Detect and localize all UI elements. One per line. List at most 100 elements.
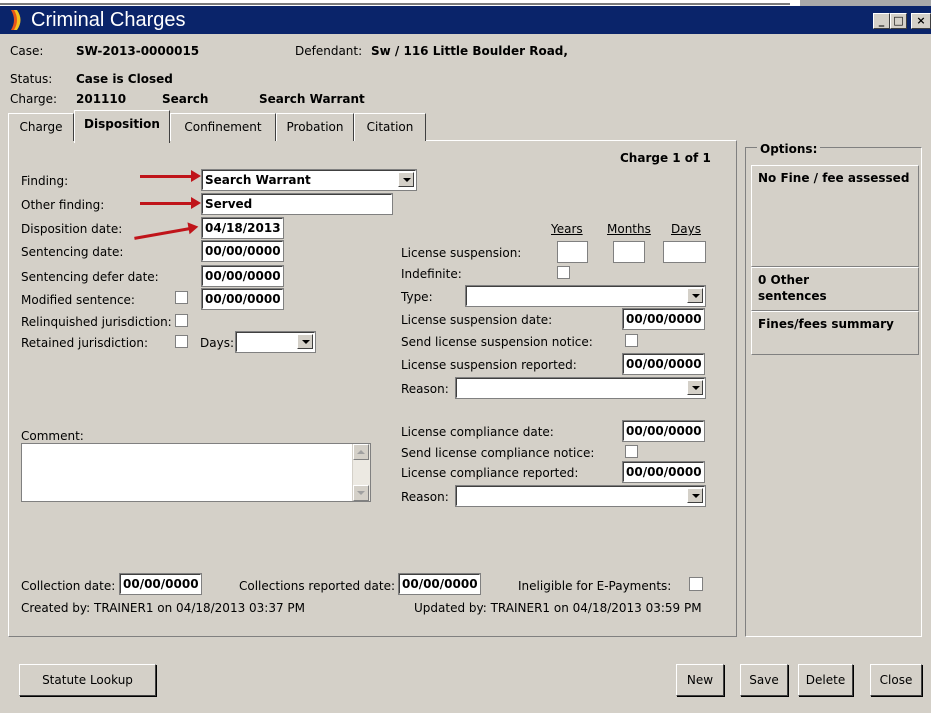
sentencing-date-label: Sentencing date: bbox=[21, 245, 124, 259]
suspension-years-input[interactable] bbox=[557, 241, 588, 263]
indefinite-label: Indefinite: bbox=[401, 267, 462, 281]
charge-count: Charge 1 of 1 bbox=[620, 151, 711, 165]
case-label: Case: bbox=[10, 44, 44, 58]
scroll-down-button[interactable] bbox=[353, 485, 369, 501]
collection-date-label: Collection date: bbox=[21, 579, 116, 593]
modified-sentence-checkbox[interactable] bbox=[175, 291, 188, 304]
license-compliance-reported-label: License compliance reported: bbox=[401, 466, 579, 480]
other-sentences-label-1: 0 Other bbox=[758, 273, 810, 287]
license-compliance-date-input[interactable]: 00/00/0000 bbox=[622, 420, 705, 442]
charge-code: 201110 bbox=[76, 92, 127, 106]
charge-type: Search bbox=[162, 92, 209, 106]
license-suspension-label: License suspension: bbox=[401, 246, 522, 260]
license-compliance-date-label: License compliance date: bbox=[401, 425, 554, 439]
tab-confinement[interactable]: Confinement bbox=[170, 113, 276, 141]
collections-reported-label: Collections reported date: bbox=[239, 579, 395, 593]
days-column-label: Days bbox=[671, 222, 701, 236]
type-label: Type: bbox=[401, 290, 433, 304]
suspension-days-input[interactable] bbox=[663, 241, 706, 263]
app-logo-icon bbox=[11, 10, 21, 30]
finding-select[interactable]: Search Warrant bbox=[201, 169, 417, 191]
days-label: Days: bbox=[200, 336, 234, 350]
send-suspension-notice-checkbox[interactable] bbox=[625, 334, 638, 347]
maximize-button[interactable]: □ bbox=[890, 13, 907, 29]
sentencing-date-input[interactable]: 00/00/0000 bbox=[201, 240, 284, 262]
fines-summary-button[interactable]: Fines/fees summary bbox=[751, 311, 919, 355]
relinquished-checkbox[interactable] bbox=[175, 314, 188, 327]
comment-label: Comment: bbox=[21, 429, 84, 443]
collection-date-input[interactable]: 00/00/0000 bbox=[119, 573, 202, 595]
tab-disposition[interactable]: Disposition bbox=[74, 110, 170, 143]
license-compliance-reported-input[interactable]: 00/00/0000 bbox=[622, 461, 705, 483]
months-label: Months bbox=[607, 222, 651, 236]
comment-textarea[interactable] bbox=[21, 443, 371, 502]
case-number: SW-2013-0000015 bbox=[76, 44, 200, 58]
other-sentences-button[interactable]: 0 Other sentences bbox=[751, 267, 919, 311]
finding-label: Finding: bbox=[21, 174, 69, 188]
chevron-down-icon[interactable] bbox=[297, 334, 313, 349]
type-select[interactable] bbox=[465, 285, 706, 307]
disposition-date-label: Disposition date: bbox=[21, 222, 123, 236]
suspension-months-input[interactable] bbox=[613, 241, 645, 263]
save-button[interactable]: Save bbox=[740, 664, 788, 696]
reason-2-label: Reason: bbox=[401, 490, 449, 504]
charge-label: Charge: bbox=[10, 92, 58, 106]
finding-value: Search Warrant bbox=[205, 173, 311, 187]
collections-reported-input[interactable]: 00/00/0000 bbox=[398, 573, 481, 595]
sentencing-defer-label: Sentencing defer date: bbox=[21, 270, 159, 284]
chevron-down-icon[interactable] bbox=[687, 488, 703, 503]
days-select[interactable] bbox=[235, 331, 316, 353]
annotation-arrow bbox=[140, 170, 201, 182]
chevron-down-icon[interactable] bbox=[687, 288, 703, 303]
minimize-button[interactable]: _ bbox=[873, 13, 890, 29]
comment-scrollbar[interactable] bbox=[352, 444, 370, 501]
license-suspension-reported-label: License suspension reported: bbox=[401, 358, 577, 372]
ineligible-epayments-label: Ineligible for E-Payments: bbox=[518, 579, 672, 593]
status-label: Status: bbox=[10, 72, 53, 86]
disposition-date-input[interactable]: 04/18/2013 bbox=[201, 217, 284, 239]
new-button[interactable]: New bbox=[676, 664, 724, 696]
sentencing-defer-input[interactable]: 00/00/0000 bbox=[201, 265, 284, 287]
tab-charge[interactable]: Charge bbox=[8, 113, 74, 141]
ineligible-epayments-checkbox[interactable] bbox=[689, 577, 703, 591]
send-compliance-notice-checkbox[interactable] bbox=[625, 445, 638, 458]
tab-probation[interactable]: Probation bbox=[276, 113, 354, 141]
reason-label: Reason: bbox=[401, 382, 449, 396]
modified-sentence-label: Modified sentence: bbox=[21, 293, 135, 307]
indefinite-checkbox[interactable] bbox=[557, 266, 570, 279]
window-title: Criminal Charges bbox=[31, 9, 186, 31]
modified-sentence-input[interactable]: 00/00/0000 bbox=[201, 288, 284, 310]
send-suspension-notice-label: Send license suspension notice: bbox=[401, 335, 593, 349]
other-finding-input[interactable]: Served bbox=[201, 193, 393, 215]
license-suspension-reported-input[interactable]: 00/00/0000 bbox=[622, 353, 705, 375]
license-suspension-date-input[interactable]: 00/00/0000 bbox=[622, 308, 705, 330]
retained-label: Retained jurisdiction: bbox=[21, 336, 149, 350]
defendant-label: Defendant: bbox=[295, 44, 363, 58]
retained-checkbox[interactable] bbox=[175, 335, 188, 348]
created-by: Created by: TRAINER1 on 04/18/2013 03:37… bbox=[21, 601, 306, 615]
fines-summary-label: Fines/fees summary bbox=[758, 317, 894, 331]
close-window-button[interactable]: × bbox=[911, 13, 931, 29]
status-value: Case is Closed bbox=[76, 72, 173, 86]
other-sentences-label-2: sentences bbox=[758, 289, 827, 303]
fine-fee-button[interactable]: No Fine / fee assessed bbox=[751, 165, 919, 267]
close-button[interactable]: Close bbox=[870, 664, 922, 696]
fine-fee-label: No Fine / fee assessed bbox=[758, 171, 910, 185]
send-compliance-notice-label: Send license compliance notice: bbox=[401, 446, 595, 460]
options-title: Options: bbox=[757, 142, 821, 156]
license-suspension-date-label: License suspension date: bbox=[401, 313, 553, 327]
reason-2-select[interactable] bbox=[455, 485, 706, 507]
years-label: Years bbox=[551, 222, 583, 236]
delete-button[interactable]: Delete bbox=[798, 664, 853, 696]
scroll-up-button[interactable] bbox=[353, 444, 369, 460]
updated-by: Updated by: TRAINER1 on 04/18/2013 03:59… bbox=[414, 601, 702, 615]
charge-description: Search Warrant bbox=[259, 92, 365, 106]
chevron-down-icon[interactable] bbox=[398, 172, 414, 187]
tab-citation[interactable]: Citation bbox=[354, 113, 426, 141]
other-finding-label: Other finding: bbox=[21, 198, 105, 212]
annotation-arrow bbox=[140, 197, 201, 209]
relinquished-label: Relinquished jurisdiction: bbox=[21, 315, 172, 329]
statute-lookup-button[interactable]: Statute Lookup bbox=[19, 664, 156, 696]
reason-select[interactable] bbox=[455, 377, 706, 399]
chevron-down-icon[interactable] bbox=[687, 380, 703, 395]
